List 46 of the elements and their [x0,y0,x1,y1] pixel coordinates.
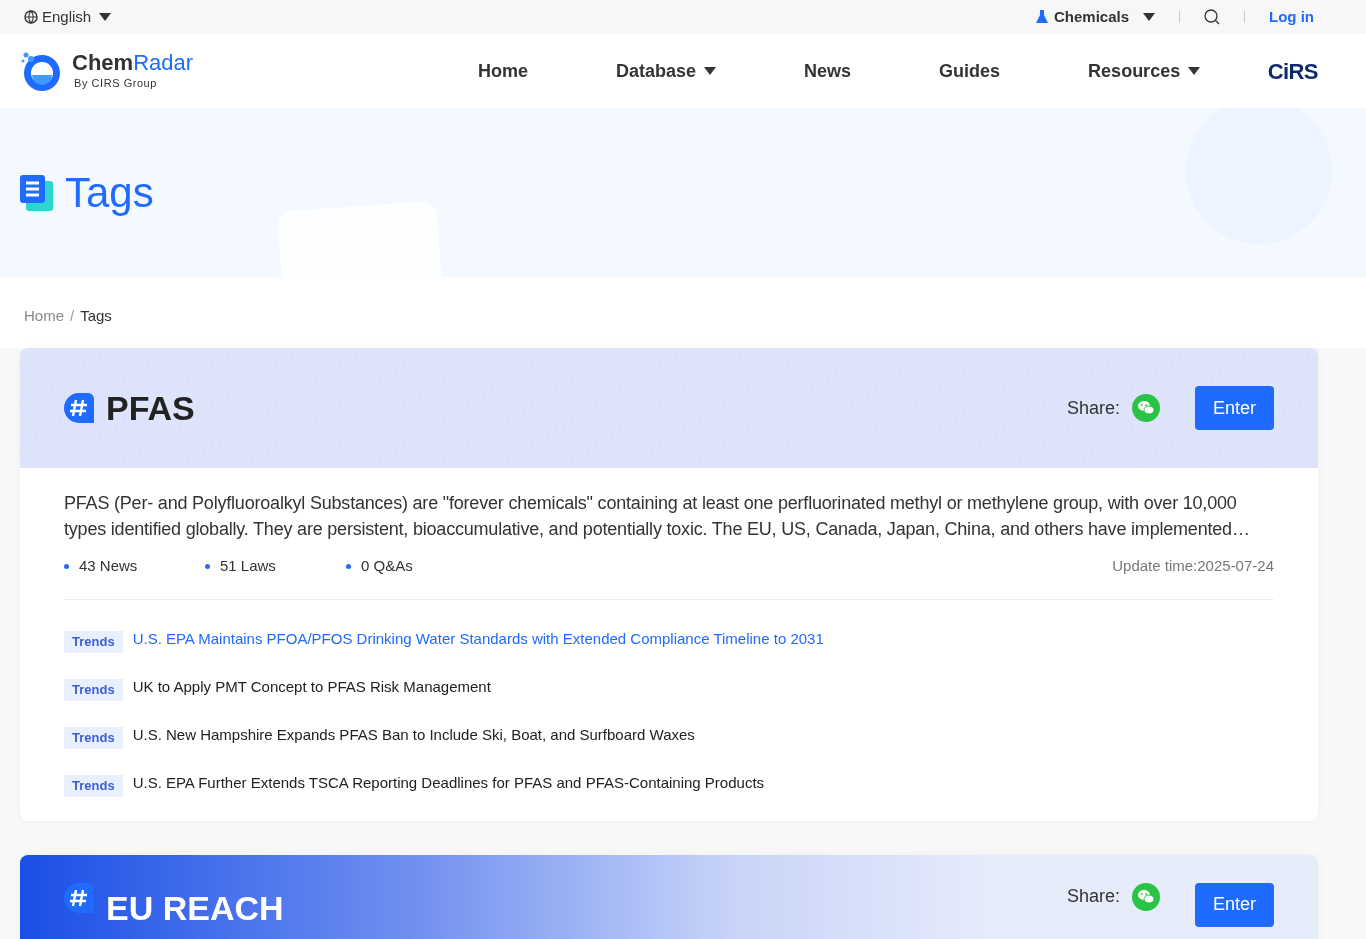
caret-icon [1143,13,1155,21]
language-selector[interactable]: English [24,5,112,29]
trend-tag: Trends [64,726,123,749]
breadcrumb-item[interactable]: Tags [80,305,112,328]
article-link[interactable]: U.S. EPA Maintains PFOA/PFOS Drinking Water Standards with Extended Compliance Timeline to 2031 [132,628,824,651]
trend-tag: Trends [64,630,123,653]
login-link[interactable]: Log in [1269,5,1314,29]
trend-tag: Trends [64,678,123,701]
share-label: Share: [1066,884,1120,908]
document-icon [20,174,53,211]
search-icon[interactable] [1204,9,1220,25]
enter-button[interactable]: Enter [1194,386,1274,430]
tag-title: PFAS [106,387,195,429]
update-time: Update time:2025-07-24 [1112,556,1274,576]
nav-item[interactable]: Database [616,57,717,85]
brand-tagline: By CIRS Group [74,75,158,91]
partner-logo[interactable]: CiRS [1267,54,1318,88]
breadcrumb-separator: / [70,306,75,326]
stat-count: 43 News [79,556,138,576]
category-selector[interactable]: Chemicals [1035,5,1155,29]
wechat-icon[interactable] [1131,882,1160,911]
caret-icon [99,13,112,21]
stat-count: 0 Q&As [361,556,413,576]
caret-icon [704,67,717,75]
caret-icon [1188,67,1201,75]
stat-count: 51 Laws [220,556,276,576]
globe-icon [24,10,38,24]
page-title: Tags [65,168,154,218]
nav-item[interactable]: News [804,57,852,85]
share-label: Share: [1066,396,1120,420]
trend-tag: Trends [64,774,123,797]
article-link[interactable]: UK to Apply PMT Concept to PFAS Risk Management [132,676,491,699]
tag-description: PFAS (Per- and Polyfluoroalkyl Substances) are "forever chemicals" containing at least one perfluorinated methyl or methylene group, with over 10,000 types identified globally. They are persistent, bioaccumulative, and potentially toxic. The EU, US, Canada, Japan, China, and others have implemented… [64,492,1251,541]
nav-item[interactable]: Guides [939,57,1001,85]
hashtag-icon [64,393,94,423]
breadcrumb-item[interactable]: Home [24,305,64,328]
article-link[interactable]: U.S. New Hampshire Expands PFAS Ban to Include Ski, Boat, and Surfboard Waxes [132,724,695,747]
nav-item[interactable]: Resources [1088,57,1201,85]
nav-item[interactable]: Home [478,57,528,85]
flask-icon [1035,10,1048,24]
wechat-icon[interactable] [1131,394,1160,422]
tag-title: EU REACH [106,887,284,929]
enter-button[interactable]: Enter [1194,882,1274,927]
article-link[interactable]: U.S. EPA Further Extends TSCA Reporting Deadlines for PFAS and PFAS-Containing Products [132,772,765,795]
hashtag-icon [64,882,94,913]
brand-name: ChemRadar [72,50,194,75]
